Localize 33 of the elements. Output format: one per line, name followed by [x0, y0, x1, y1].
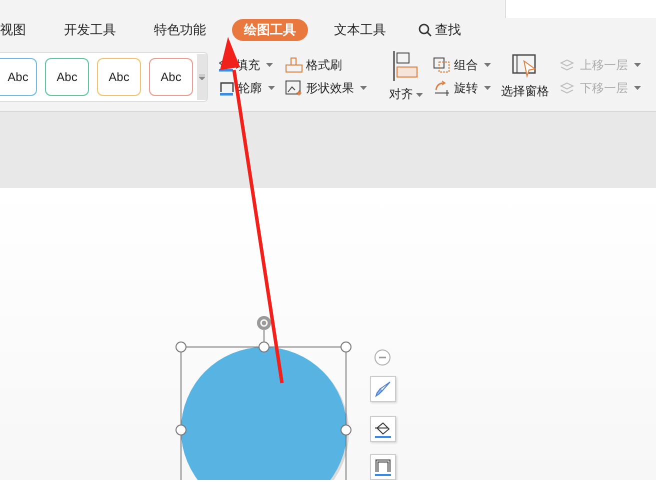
align-left-icon [392, 50, 420, 82]
paintbrush-icon [374, 380, 392, 398]
ribbon-button[interactable]: 轮廓 [219, 80, 275, 96]
outline-icon [374, 458, 392, 476]
more-caret-icon [199, 74, 205, 80]
ribbon-button[interactable]: 形状效果 [285, 80, 367, 96]
picture-sparkle-icon [285, 80, 303, 96]
ribbon-tab[interactable]: 开发工具 [52, 19, 128, 41]
gallery-more-button[interactable] [197, 54, 207, 100]
fill-tool-button[interactable] [370, 416, 396, 442]
ribbon-button[interactable]: 旋转 [433, 80, 491, 96]
ribbon-button[interactable]: 对齐 [389, 50, 423, 103]
outline-tool-button[interactable] [370, 454, 396, 480]
ribbon-button[interactable]: 组合 [433, 56, 491, 74]
style-tool-button[interactable] [370, 376, 396, 402]
ribbon-button[interactable]: 格式刷 [285, 56, 367, 74]
shape-style-swatch[interactable]: Abc [97, 58, 141, 96]
selection-pane-icon [511, 53, 539, 79]
group-icon [433, 57, 451, 73]
ribbon-tab[interactable]: 视图 [0, 19, 38, 41]
ribbon-tab[interactable]: 文本工具 [322, 19, 398, 41]
collapse-minus-icon[interactable] [374, 349, 391, 366]
shape-style-swatch[interactable]: Abc [149, 58, 193, 96]
ribbon-button[interactable]: 选择窗格 [501, 53, 549, 100]
search-button[interactable]: 查找 [418, 21, 461, 39]
search-icon [418, 23, 432, 37]
ribbon-tab[interactable]: 特色功能 [142, 19, 218, 41]
shape-style-swatch[interactable]: Abc [45, 58, 89, 96]
shape-style-swatch[interactable]: Abc [0, 58, 37, 96]
paint-bucket-icon [374, 420, 392, 438]
rotate-icon [433, 80, 451, 96]
paintbrush-icon [285, 57, 303, 73]
outline-icon [219, 80, 235, 96]
